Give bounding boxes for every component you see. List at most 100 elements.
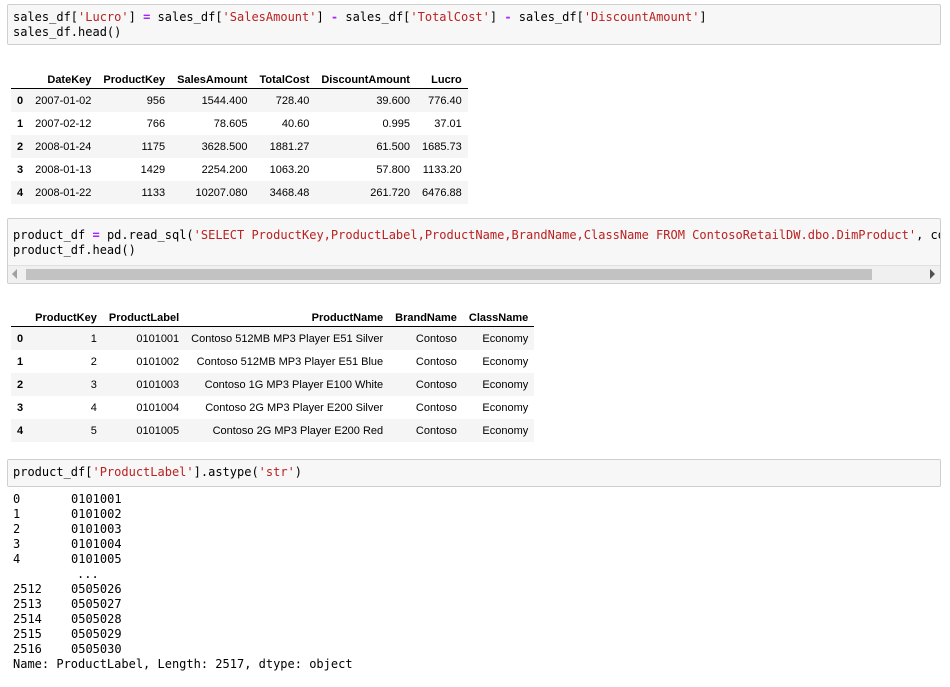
code-token: product_df	[13, 228, 93, 242]
series-row: 2512 0505026	[13, 582, 353, 597]
horizontal-scrollbar[interactable]	[8, 265, 940, 283]
column-header	[11, 301, 30, 327]
table-cell: Contoso	[415, 332, 457, 345]
row-index: 2	[17, 140, 24, 153]
string-token: 'str'	[258, 465, 295, 479]
series-value: 0505028	[71, 612, 122, 626]
row-index: 4	[17, 424, 24, 437]
table-cell: 1	[90, 332, 97, 345]
table-cell: 2	[90, 355, 97, 368]
series-index: 1	[13, 507, 21, 521]
series-value: 0101005	[71, 552, 122, 566]
row-index: 3	[17, 163, 24, 176]
code-line-1: product_df['ProductLabel'].astype('str')	[8, 465, 940, 480]
table-cell: 1429	[140, 163, 166, 176]
table-cell: Contoso	[415, 355, 457, 368]
code-line-2: sales_df.head()	[8, 25, 940, 40]
table-cell: 1881.27	[269, 140, 310, 153]
code-token: ]	[699, 10, 707, 24]
code-token: sales_df[	[150, 10, 223, 24]
code-cell-1[interactable]: sales_df['Lucro'] = sales_df['SalesAmoun…	[7, 4, 941, 45]
code-token: )	[294, 465, 303, 479]
table-row: 0 2007-01-02 956 1544.400 728.40 39.600 776.40	[11, 88, 468, 112]
series-value: 0101003	[71, 522, 122, 536]
string-token: 'SalesAmount'	[222, 10, 317, 24]
series-value: 0101001	[71, 492, 122, 506]
series-index: 2513	[13, 597, 42, 611]
code-token: head()	[78, 25, 122, 39]
product-dataframe-output: ProductKey ProductLabel ProductName BrandNa…	[11, 301, 535, 442]
table-cell: Contoso 1G MP3 Player E100 White	[204, 378, 384, 391]
table-row: 4 2008-01-22 1133 10207.080 3468.48 261.720 64…	[11, 181, 468, 204]
string-token: 'TotalCost'	[410, 10, 490, 24]
table-cell: 1133	[141, 186, 166, 199]
column-header: DiscountAmount	[315, 63, 416, 89]
scroll-left-arrow-icon[interactable]	[12, 269, 17, 279]
product-table: ProductKey ProductLabel ProductName BrandNa…	[11, 301, 535, 442]
table-cell: 10207.080	[195, 186, 248, 199]
table-cell: 0101005	[136, 424, 180, 437]
series-row: 2513 0505027	[13, 597, 353, 612]
table-cell: 57.800	[376, 163, 410, 176]
table-cell: Contoso 2G MP3 Player E200 Red	[212, 424, 384, 437]
series-value: 0505030	[71, 642, 122, 656]
scroll-right-arrow-icon[interactable]	[930, 269, 935, 279]
table-cell: 1544.400	[201, 94, 248, 107]
code-line-2: product_df.head()	[13, 243, 136, 257]
sales-table: DateKey ProductKey SalesAmount TotalCost Dis…	[11, 63, 468, 204]
table-cell: 78.605	[213, 117, 248, 130]
table-cell: Economy	[482, 355, 529, 368]
row-index: 2	[17, 378, 24, 391]
table-cell: 40.60	[281, 117, 310, 130]
table-cell: 2007-01-02	[35, 94, 92, 107]
column-header: Lucro	[415, 63, 468, 89]
table-cell: Economy	[482, 378, 529, 391]
table-cell: 0101003	[136, 378, 180, 391]
table-cell: Contoso 512MB MP3 Player E51 Silver	[191, 332, 384, 345]
sales-dataframe-output: DateKey ProductKey SalesAmount TotalCost Dis…	[11, 63, 468, 204]
table-cell: 61.500	[376, 140, 410, 153]
table-cell: Contoso	[415, 378, 457, 391]
table-cell: 728.40	[275, 94, 310, 107]
code-token: , co	[916, 228, 940, 242]
series-index: 3	[13, 537, 21, 551]
code-token: sales_df[	[338, 10, 411, 24]
code-token: ]	[489, 10, 505, 24]
series-index: 2	[13, 522, 21, 536]
series-value: 0101004	[71, 537, 122, 551]
table-cell: 2254.200	[201, 163, 248, 176]
code-cell-3[interactable]: product_df['ProductLabel'].astype('str')	[7, 459, 941, 487]
table-cell: 0.995	[382, 117, 410, 130]
series-index: 4	[13, 552, 21, 566]
table-cell: Contoso	[415, 401, 457, 414]
table-row: 4 5 0101005 Contoso 2G MP3 Player E200 Red C…	[11, 419, 535, 442]
table-cell: 1685.73	[421, 140, 462, 153]
table-cell: 4	[90, 401, 97, 414]
scrollbar-thumb[interactable]	[26, 269, 872, 280]
table-cell: Contoso 512MB MP3 Player E51 Blue	[196, 355, 384, 368]
operator-token: -	[504, 10, 512, 24]
series-index: 2512	[13, 582, 42, 596]
code-cell-2[interactable]: product_df = pd.read_sql('SELECT Product…	[7, 218, 941, 284]
string-token: 'DiscountAmount'	[583, 10, 700, 24]
table-cell: 1175	[141, 140, 166, 153]
operator-token: =	[92, 228, 100, 242]
table-row: 2 3 0101003 Contoso 1G MP3 Player E100 Whit…	[11, 373, 535, 396]
table-cell: 6476.88	[421, 186, 462, 199]
table-cell: 2008-01-24	[35, 140, 92, 153]
series-index: 2514	[13, 612, 42, 626]
table-cell: 5	[90, 424, 97, 437]
table-cell: 37.01	[434, 117, 462, 130]
string-token: 'ProductLabel'	[92, 465, 194, 479]
row-index: 3	[17, 401, 24, 414]
table-cell: Economy	[482, 401, 529, 414]
column-header: SalesAmount	[171, 63, 254, 89]
code-line-1: product_df = pd.read_sql('SELECT Product…	[8, 228, 940, 243]
table-cell: 956	[146, 94, 166, 107]
row-index: 1	[17, 355, 24, 368]
series-row: 4 0101005	[13, 552, 353, 567]
table-cell: Economy	[482, 332, 529, 345]
series-index: 2515	[13, 627, 42, 641]
column-header: TotalCost	[253, 63, 316, 89]
table-cell: 39.600	[376, 94, 410, 107]
